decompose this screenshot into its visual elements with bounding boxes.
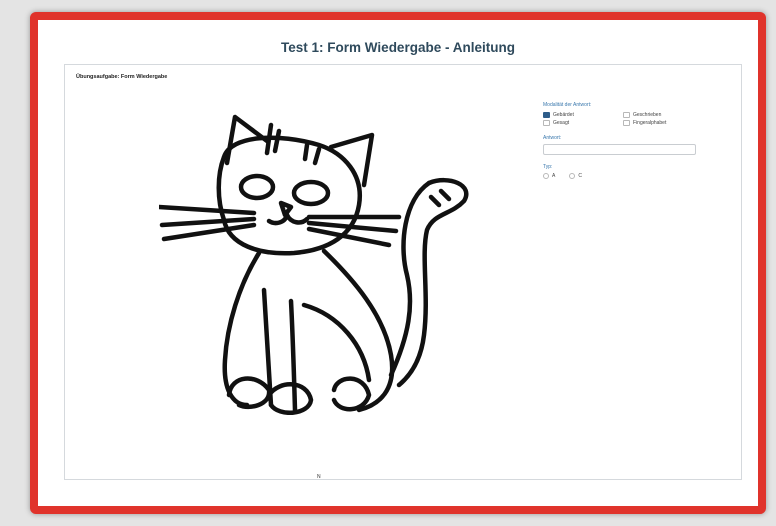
- option-label: Gesagt: [553, 120, 570, 126]
- checkbox-icon[interactable]: [623, 120, 630, 126]
- option-fingeralphabet[interactable]: Fingeralphabet: [623, 120, 703, 126]
- cat-drawing-image: [159, 114, 469, 415]
- option-gesagt[interactable]: Gesagt: [543, 120, 623, 126]
- exercise-panel: Übungsaufgabe: Form Wiedergabe N Modalit…: [64, 64, 742, 480]
- type-options: A C: [543, 173, 713, 179]
- option-label: Geschrieben: [633, 112, 662, 118]
- radio-c-label: C: [578, 173, 582, 179]
- modality-label: Modalität der Antwort:: [543, 102, 592, 108]
- modality-options: Gebärdet Geschrieben Gesagt Fingeralphab…: [543, 112, 713, 126]
- option-gebaerdet[interactable]: Gebärdet: [543, 112, 623, 118]
- answer-form: Modalität der Antwort: Gebärdet Geschrie…: [543, 102, 713, 179]
- option-label: Fingeralphabet: [633, 120, 667, 126]
- radio-a-icon[interactable]: [543, 173, 549, 179]
- answer-label: Antwort:: [543, 135, 562, 141]
- radio-a-label: A: [552, 173, 556, 179]
- checkbox-icon[interactable]: [623, 112, 630, 118]
- option-geschrieben[interactable]: Geschrieben: [623, 112, 703, 118]
- checkbox-checked-icon[interactable]: [543, 112, 550, 118]
- type-label: Typ:: [543, 164, 553, 170]
- answer-input[interactable]: [543, 144, 696, 155]
- drawing-caption: N: [317, 474, 321, 480]
- radio-c-icon[interactable]: [569, 173, 576, 179]
- page-title: Test 1: Form Wiedergabe - Anleitung: [281, 40, 515, 55]
- exercise-heading: Übungsaufgabe: Form Wiedergabe: [76, 74, 168, 80]
- option-label: Gebärdet: [553, 112, 574, 118]
- checkbox-icon[interactable]: [543, 120, 550, 126]
- highlight-frame: Test 1: Form Wiedergabe - Anleitung Übun…: [30, 12, 766, 514]
